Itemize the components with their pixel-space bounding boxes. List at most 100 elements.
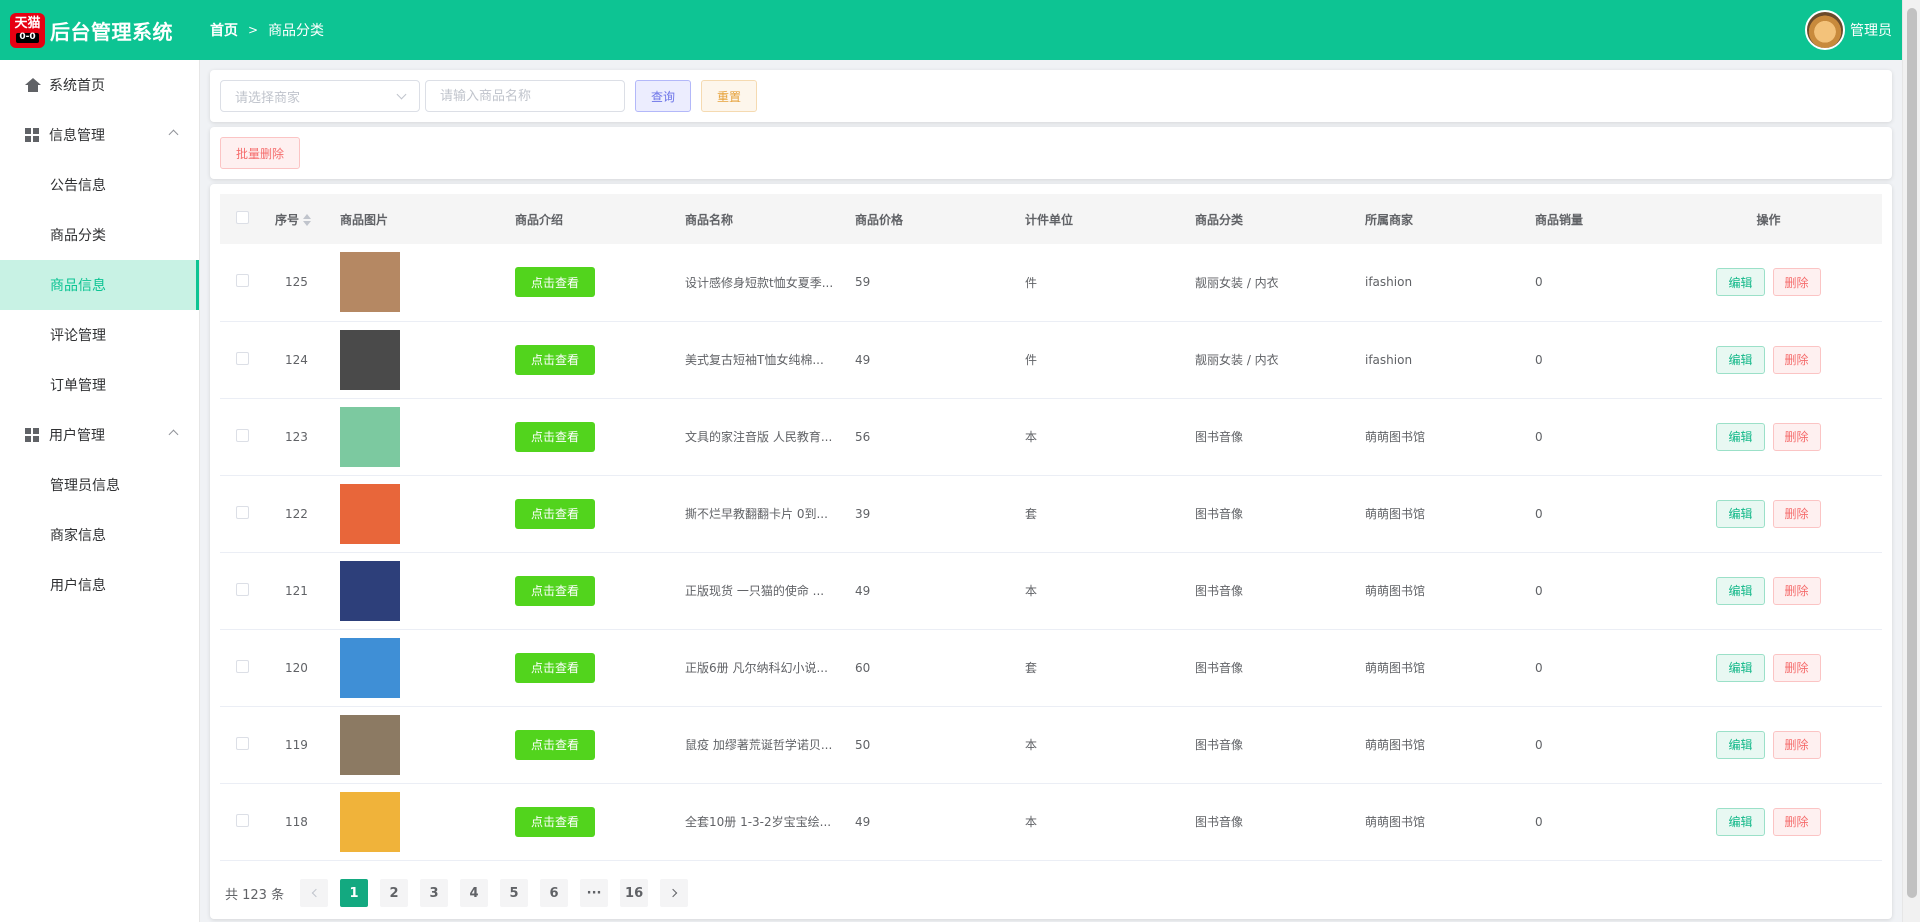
sidebar-item-merchants[interactable]: 商家信息 — [0, 510, 199, 560]
row-checkbox[interactable] — [236, 736, 249, 750]
delete-button[interactable]: 删除 — [1772, 807, 1821, 836]
delete-button[interactable]: 删除 — [1772, 653, 1821, 682]
edit-button[interactable]: 编辑 — [1716, 345, 1765, 374]
edit-button[interactable]: 编辑 — [1716, 576, 1765, 605]
sidebar-item-category[interactable]: 商品分类 — [0, 210, 199, 260]
sidebar-item-label: 用户信息 — [50, 578, 106, 594]
edit-button[interactable]: 编辑 — [1716, 730, 1765, 759]
cell-actions: 编辑 删除 — [1655, 629, 1882, 707]
main-content: 请选择商家 查询 重置 批量删除 序号 商品图片 商品介绍 商品名称 商品价格 — [200, 60, 1902, 922]
edit-button[interactable]: 编辑 — [1716, 499, 1765, 528]
cell-price: 56 — [845, 398, 1015, 476]
page-number-button[interactable]: 1 — [340, 879, 369, 907]
column-header[interactable]: 序号 — [265, 194, 330, 244]
sort-icon[interactable] — [303, 213, 312, 227]
row-checkbox[interactable] — [236, 274, 249, 288]
view-intro-button[interactable]: 点击查看 — [515, 498, 595, 529]
row-checkbox[interactable] — [236, 428, 249, 442]
product-image[interactable] — [340, 560, 400, 621]
delete-button[interactable]: 删除 — [1772, 422, 1821, 451]
page-number-button[interactable]: 2 — [380, 879, 409, 907]
next-page-button[interactable] — [660, 879, 689, 907]
product-image[interactable] — [340, 252, 400, 313]
more-pages-button[interactable]: ··· — [580, 879, 609, 907]
page-number-button[interactable]: 3 — [420, 879, 449, 907]
product-image[interactable] — [340, 406, 400, 467]
product-name-input[interactable] — [425, 80, 625, 112]
page-number-button[interactable]: 4 — [460, 879, 489, 907]
sidebar-item-comments[interactable]: 评论管理 — [0, 310, 199, 360]
view-intro-button[interactable]: 点击查看 — [515, 344, 595, 375]
page-number-button[interactable]: 6 — [540, 879, 569, 907]
view-intro-button[interactable]: 点击查看 — [515, 652, 595, 683]
cell-merchant: 萌萌图书馆 — [1355, 629, 1525, 707]
page-number-button[interactable]: 5 — [500, 879, 529, 907]
cell-image — [330, 398, 505, 476]
column-header: 商品销量 — [1535, 212, 1584, 227]
row-checkbox-cell — [220, 321, 265, 399]
row-checkbox[interactable] — [236, 813, 249, 827]
cell-unit: 本 — [1015, 783, 1185, 861]
row-checkbox[interactable] — [236, 505, 249, 519]
page-number-button[interactable]: 16 — [620, 879, 649, 907]
batch-delete-button[interactable]: 批量删除 — [220, 137, 301, 169]
product-image[interactable] — [340, 329, 400, 390]
edit-button[interactable]: 编辑 — [1716, 807, 1765, 836]
row-checkbox[interactable] — [236, 659, 249, 673]
cell-image — [330, 552, 505, 630]
prev-page-button[interactable] — [300, 879, 329, 907]
product-image[interactable] — [340, 483, 400, 544]
row-checkbox[interactable] — [236, 351, 249, 365]
top-header: 天猫 0-0 后台管理系统 首页 > 商品分类 管理员 — [0, 0, 1902, 60]
edit-button[interactable]: 编辑 — [1716, 653, 1765, 682]
sidebar-item-notice[interactable]: 公告信息 — [0, 160, 199, 210]
sidebar-group-info[interactable]: 信息管理 — [0, 110, 199, 160]
sidebar-item-home[interactable]: 系统首页 — [0, 60, 199, 110]
product-image[interactable] — [340, 714, 400, 775]
sidebar-item-orders[interactable]: 订单管理 — [0, 360, 199, 410]
cell-actions: 编辑 删除 — [1655, 475, 1882, 553]
table-row: 123 点击查看 文具的家注音版 人民教育... 56 本图书音像 萌萌图书馆 0 编辑 删除 — [220, 398, 1882, 476]
breadcrumb-separator-icon: > — [248, 23, 259, 37]
delete-button[interactable]: 删除 — [1772, 730, 1821, 759]
merchant-select[interactable]: 请选择商家 — [220, 80, 420, 112]
sidebar-item-admins[interactable]: 管理员信息 — [0, 460, 199, 510]
cell-name: 正版6册 凡尔纳科幻小说... — [675, 629, 845, 707]
view-intro-button[interactable]: 点击查看 — [515, 806, 595, 837]
row-checkbox[interactable] — [236, 582, 249, 596]
delete-button[interactable]: 删除 — [1772, 268, 1821, 297]
edit-button[interactable]: 编辑 — [1716, 268, 1765, 297]
delete-button[interactable]: 删除 — [1772, 345, 1821, 374]
cell-sales: 0 — [1525, 398, 1655, 476]
edit-button[interactable]: 编辑 — [1716, 422, 1765, 451]
scrollbar-thumb[interactable] — [1907, 8, 1917, 898]
product-image[interactable] — [340, 637, 400, 698]
query-button[interactable]: 查询 — [635, 80, 692, 112]
chevron-left-icon — [311, 888, 320, 898]
sidebar-item-label: 商家信息 — [50, 528, 106, 544]
product-image[interactable] — [340, 791, 400, 852]
select-all-checkbox[interactable] — [236, 211, 249, 224]
delete-button[interactable]: 删除 — [1772, 499, 1821, 528]
cell-id: 121 — [265, 552, 330, 630]
view-intro-button[interactable]: 点击查看 — [515, 575, 595, 606]
sidebar-group-users[interactable]: 用户管理 — [0, 410, 199, 460]
sidebar-item-goods[interactable]: 商品信息 — [0, 260, 199, 310]
user-menu[interactable]: 管理员 — [1805, 10, 1892, 50]
avatar[interactable] — [1805, 10, 1845, 50]
cell-merchant: 萌萌图书馆 — [1355, 475, 1525, 553]
sidebar-item-users[interactable]: 用户信息 — [0, 560, 199, 610]
user-name[interactable]: 管理员 — [1850, 20, 1892, 40]
table-row: 118 点击查看 全套10册 1-3-2岁宝宝绘... 49 本图书音像 萌萌图书馆 0 编辑… — [220, 783, 1882, 861]
view-intro-button[interactable]: 点击查看 — [515, 267, 595, 298]
sidebar-item-label: 评论管理 — [50, 328, 106, 344]
view-intro-button[interactable]: 点击查看 — [515, 421, 595, 452]
delete-button[interactable]: 删除 — [1772, 576, 1821, 605]
breadcrumb-home[interactable]: 首页 — [210, 20, 238, 40]
reset-button[interactable]: 重置 — [701, 80, 758, 112]
page-scrollbar[interactable] — [1902, 0, 1920, 922]
table-row: 122 点击查看 撕不烂早教翻翻卡片 0到... 39 套图书音像 萌萌图书馆 0 编辑 删除 — [220, 475, 1882, 553]
cell-id: 123 — [265, 398, 330, 476]
cell-category: 图书音像 — [1185, 552, 1355, 630]
view-intro-button[interactable]: 点击查看 — [515, 729, 595, 760]
